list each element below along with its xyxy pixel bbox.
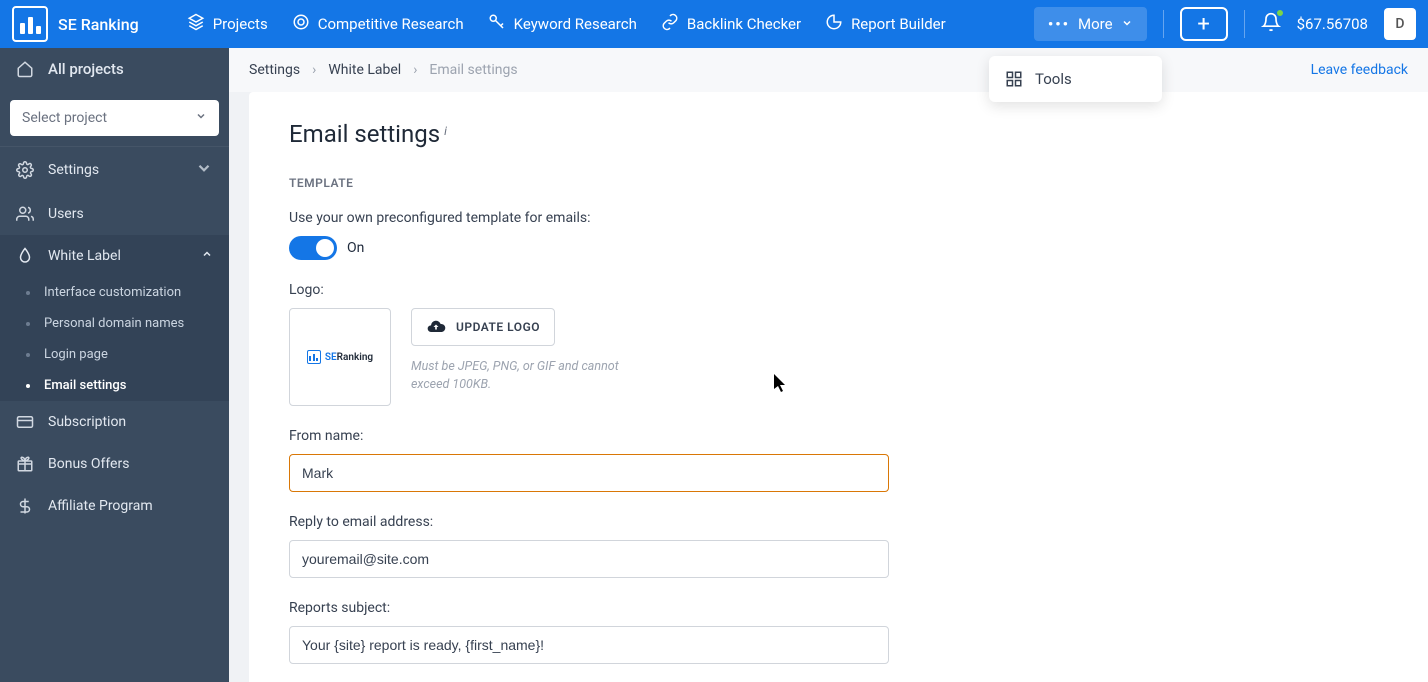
sidebar-sub-personal-domain-names[interactable]: Personal domain names: [0, 308, 229, 339]
chevron-right-icon: ›: [413, 62, 417, 78]
breadcrumb: Settings › White Label › Email settings: [249, 62, 518, 78]
notifications[interactable]: [1261, 12, 1281, 36]
top-nav: SE Ranking Projects Competitive Research…: [0, 0, 1428, 48]
sidebar-all-projects[interactable]: All projects: [0, 48, 229, 90]
chevron-down-icon: [195, 159, 213, 181]
sidebar-users[interactable]: Users: [0, 193, 229, 235]
content: Email settings i TEMPLATE Use your own p…: [249, 92, 1428, 682]
reply-to-label: Reply to email address:: [289, 514, 889, 530]
gift-icon: [16, 455, 34, 473]
crumb-white-label[interactable]: White Label: [328, 62, 401, 78]
sidebar-subscription[interactable]: Subscription: [0, 401, 229, 443]
account-balance[interactable]: $67.56708: [1297, 15, 1368, 33]
template-toggle[interactable]: [289, 236, 337, 260]
target-icon: [292, 13, 310, 35]
credit-card-icon: [16, 413, 34, 431]
divider: [1163, 10, 1164, 38]
project-selector[interactable]: Select project: [10, 100, 219, 136]
brand[interactable]: SE Ranking: [12, 6, 139, 42]
sidebar: All projects Select project Settings Use…: [0, 48, 229, 682]
template-toggle-desc: Use your own preconfigured template for …: [289, 210, 889, 226]
add-button[interactable]: +: [1180, 7, 1228, 41]
gear-icon: [16, 161, 34, 179]
divider: [1244, 10, 1245, 38]
dots-icon: •••: [1048, 15, 1070, 33]
sidebar-settings[interactable]: Settings: [0, 147, 229, 193]
main-area: Tools Settings › White Label › Email set…: [229, 48, 1428, 682]
sidebar-white-label[interactable]: White Label: [0, 235, 229, 277]
crumb-settings[interactable]: Settings: [249, 62, 300, 78]
nav-projects[interactable]: Projects: [187, 13, 268, 35]
key-icon: [488, 13, 506, 35]
nav-keyword-research[interactable]: Keyword Research: [488, 13, 637, 35]
cloud-upload-icon: [426, 317, 446, 337]
reports-subject-label: Reports subject:: [289, 600, 889, 616]
from-name-input[interactable]: [289, 454, 889, 492]
tools-popover[interactable]: Tools: [989, 56, 1162, 102]
users-icon: [16, 205, 34, 223]
section-label-template: TEMPLATE: [289, 176, 1388, 190]
chevron-down-icon: [195, 110, 207, 126]
nav-competitive-research[interactable]: Competitive Research: [292, 13, 464, 35]
info-icon[interactable]: i: [444, 124, 447, 138]
reply-to-input[interactable]: [289, 540, 889, 578]
page-title: Email settings i: [289, 120, 1388, 148]
logo-label: Logo:: [289, 282, 889, 298]
user-avatar[interactable]: D: [1384, 8, 1416, 40]
plus-icon: +: [1197, 12, 1209, 37]
logo-mark-icon: [307, 350, 321, 364]
nav-backlink-checker[interactable]: Backlink Checker: [661, 13, 801, 35]
chevron-right-icon: ›: [312, 62, 316, 78]
nav-more[interactable]: ••• More: [1034, 7, 1147, 41]
brand-logo-icon: [12, 6, 48, 42]
home-icon: [16, 60, 34, 78]
grid-icon: [1005, 70, 1023, 88]
sidebar-sub-interface-customization[interactable]: Interface customization: [0, 277, 229, 308]
sidebar-affiliate[interactable]: Affiliate Program: [0, 485, 229, 527]
toggle-state-label: On: [347, 240, 364, 256]
pie-chart-icon: [825, 13, 843, 35]
breadcrumb-row: Settings › White Label › Email settings …: [229, 48, 1428, 92]
sidebar-sub-login-page[interactable]: Login page: [0, 339, 229, 370]
brand-name: SE Ranking: [58, 15, 139, 34]
from-name-label: From name:: [289, 428, 889, 444]
leave-feedback-link[interactable]: Leave feedback: [1311, 62, 1408, 78]
chevron-down-icon: [1121, 15, 1133, 33]
reports-subject-input[interactable]: [289, 626, 889, 664]
notification-dot-icon: [1276, 9, 1284, 17]
nav-report-builder[interactable]: Report Builder: [825, 13, 946, 35]
update-logo-button[interactable]: UPDATE LOGO: [411, 308, 555, 346]
logo-hint: Must be JPEG, PNG, or GIF and cannot exc…: [411, 358, 631, 393]
logo-preview: SERanking: [289, 308, 391, 406]
sidebar-white-label-group: White Label Interface customization Pers…: [0, 235, 229, 401]
nav-right: ••• More + $67.56708 D: [1034, 7, 1416, 41]
layers-icon: [187, 13, 205, 35]
drop-icon: [16, 247, 34, 265]
logo-mini: SERanking: [307, 350, 373, 364]
sidebar-sub-email-settings[interactable]: Email settings: [0, 370, 229, 401]
dollar-icon: [16, 497, 34, 515]
crumb-current: Email settings: [429, 62, 517, 78]
nav-items: Projects Competitive Research Keyword Re…: [187, 13, 946, 35]
chevron-up-icon: [201, 248, 213, 264]
link-icon: [661, 13, 679, 35]
sidebar-bonus-offers[interactable]: Bonus Offers: [0, 443, 229, 485]
